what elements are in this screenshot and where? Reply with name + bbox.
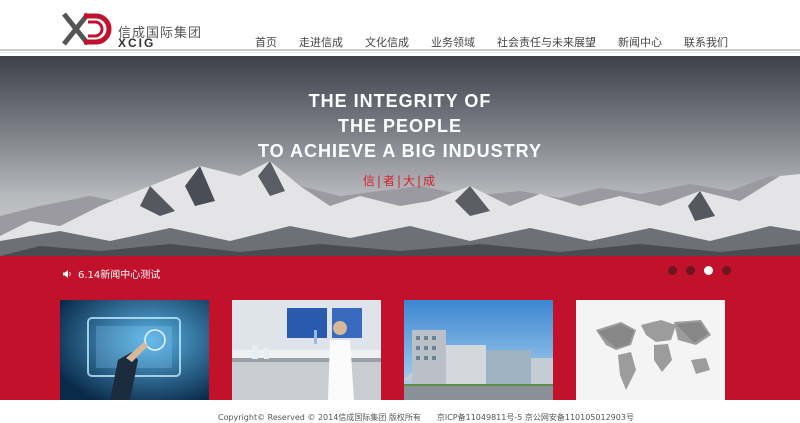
brand-name-en: XCIG	[118, 36, 156, 50]
slider-dot-2[interactable]	[686, 266, 695, 275]
slider-dot-1[interactable]	[668, 266, 677, 275]
buildings-image	[404, 300, 553, 400]
brand-logo[interactable]: 信成国际集团 XCIG	[62, 12, 202, 50]
xd-logo-icon	[62, 12, 112, 46]
hero-headline-line3: TO ACHIEVE A BIG INDUSTRY	[257, 141, 543, 161]
site-footer: Copyright© Reserved © 2014信成国际集团 版权所有 京I…	[0, 400, 800, 423]
slider-dots	[668, 266, 740, 275]
hero-motto: 信|者|大|成	[362, 174, 438, 188]
thumb-world-map[interactable]	[576, 300, 725, 400]
speaker-icon	[63, 269, 71, 278]
news-headline[interactable]: 6.14新闻中心测试	[78, 266, 160, 281]
main-nav: 首页 走进信成 文化信成 业务领域 社会责任与未来展望 新闻中心 联系我们	[233, 34, 728, 50]
site-header: 信成国际集团 XCIG 首页 走进信成 文化信成 业务领域 社会责任与未来展望 …	[0, 0, 800, 58]
news-ticker[interactable]: 6.14新闻中心测试	[62, 266, 160, 281]
nav-home[interactable]: 首页	[255, 34, 277, 50]
header-divider-thin	[0, 52, 800, 53]
nav-business[interactable]: 业务领域	[431, 34, 475, 50]
thumb-buildings[interactable]	[404, 300, 553, 400]
nav-news[interactable]: 新闻中心	[618, 34, 662, 50]
world-map-image	[576, 300, 725, 400]
nav-culture[interactable]: 文化信成	[365, 34, 409, 50]
nav-contact[interactable]: 联系我们	[684, 34, 728, 50]
thumb-digital-touchscreen[interactable]	[60, 300, 209, 400]
hero-headline-line2: THE PEOPLE	[337, 116, 463, 136]
thumb-laboratory[interactable]	[232, 300, 381, 400]
news-band: 6.14新闻中心测试	[0, 256, 800, 400]
nav-about[interactable]: 走进信成	[299, 34, 343, 50]
laboratory-image	[232, 300, 381, 400]
hero-banner[interactable]: THE INTEGRITY OF THE PEOPLE TO ACHIEVE A…	[0, 56, 800, 256]
header-divider	[0, 49, 800, 51]
footer-copyright: Copyright© Reserved © 2014信成国际集团 版权所有 京I…	[218, 413, 634, 422]
hero-headline-line1: THE INTEGRITY OF	[308, 91, 492, 111]
slider-dot-3[interactable]	[704, 266, 713, 275]
nav-responsibility[interactable]: 社会责任与未来展望	[497, 34, 596, 50]
thumbnail-row	[60, 300, 748, 400]
slider-dot-4[interactable]	[722, 266, 731, 275]
touchscreen-image	[60, 300, 209, 400]
